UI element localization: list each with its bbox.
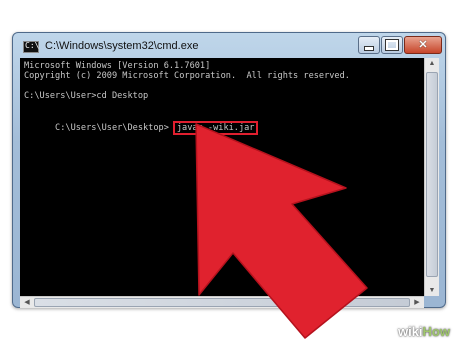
vertical-scrollbar[interactable]: ▲ ▼: [424, 58, 439, 296]
minimize-button[interactable]: [358, 36, 380, 54]
close-icon: ✕: [418, 38, 428, 51]
close-button[interactable]: ✕: [404, 36, 442, 54]
console-line: Copyright (c) 2009 Microsoft Corporation…: [24, 71, 350, 81]
horizontal-scrollbar[interactable]: ◀ ▶: [20, 296, 424, 308]
cmd-app-icon[interactable]: C:\: [23, 41, 39, 53]
minimize-icon: [364, 45, 374, 51]
vertical-scroll-thumb[interactable]: [426, 72, 438, 277]
command-line: C:\Users\User\Desktop> javac -wiki.jar: [24, 111, 259, 145]
scroll-down-arrow-icon[interactable]: ▼: [425, 287, 439, 294]
console-output[interactable]: Microsoft Windows [Version 6.1.7601] Cop…: [20, 58, 424, 296]
maximize-icon: [385, 39, 399, 51]
console-line: Microsoft Windows [Version 6.1.7601]: [24, 61, 211, 71]
cmd-app-icon-text: C:\: [25, 41, 40, 50]
watermark-suffix: How: [422, 324, 450, 339]
scroll-right-arrow-icon[interactable]: ▶: [410, 298, 424, 306]
title-bar[interactable]: C:\ C:\Windows\system32\cmd.exe ✕: [13, 33, 445, 59]
window-title: C:\Windows\system32\cmd.exe: [45, 40, 199, 52]
horizontal-scroll-thumb[interactable]: [34, 298, 410, 307]
console-line: C:\Users\User>cd Desktop: [24, 91, 149, 101]
scroll-up-arrow-icon[interactable]: ▲: [425, 60, 439, 67]
watermark-prefix: wiki: [397, 324, 423, 339]
scroll-left-arrow-icon[interactable]: ◀: [20, 298, 34, 306]
wikihow-watermark: wikiHow: [398, 324, 450, 339]
highlighted-command: javac -wiki.jar: [172, 121, 259, 135]
cmd-window: C:\ C:\Windows\system32\cmd.exe ✕ Micros…: [12, 32, 446, 308]
console-prompt: C:\Users\User\Desktop>: [55, 123, 169, 133]
maximize-button[interactable]: [381, 36, 403, 54]
